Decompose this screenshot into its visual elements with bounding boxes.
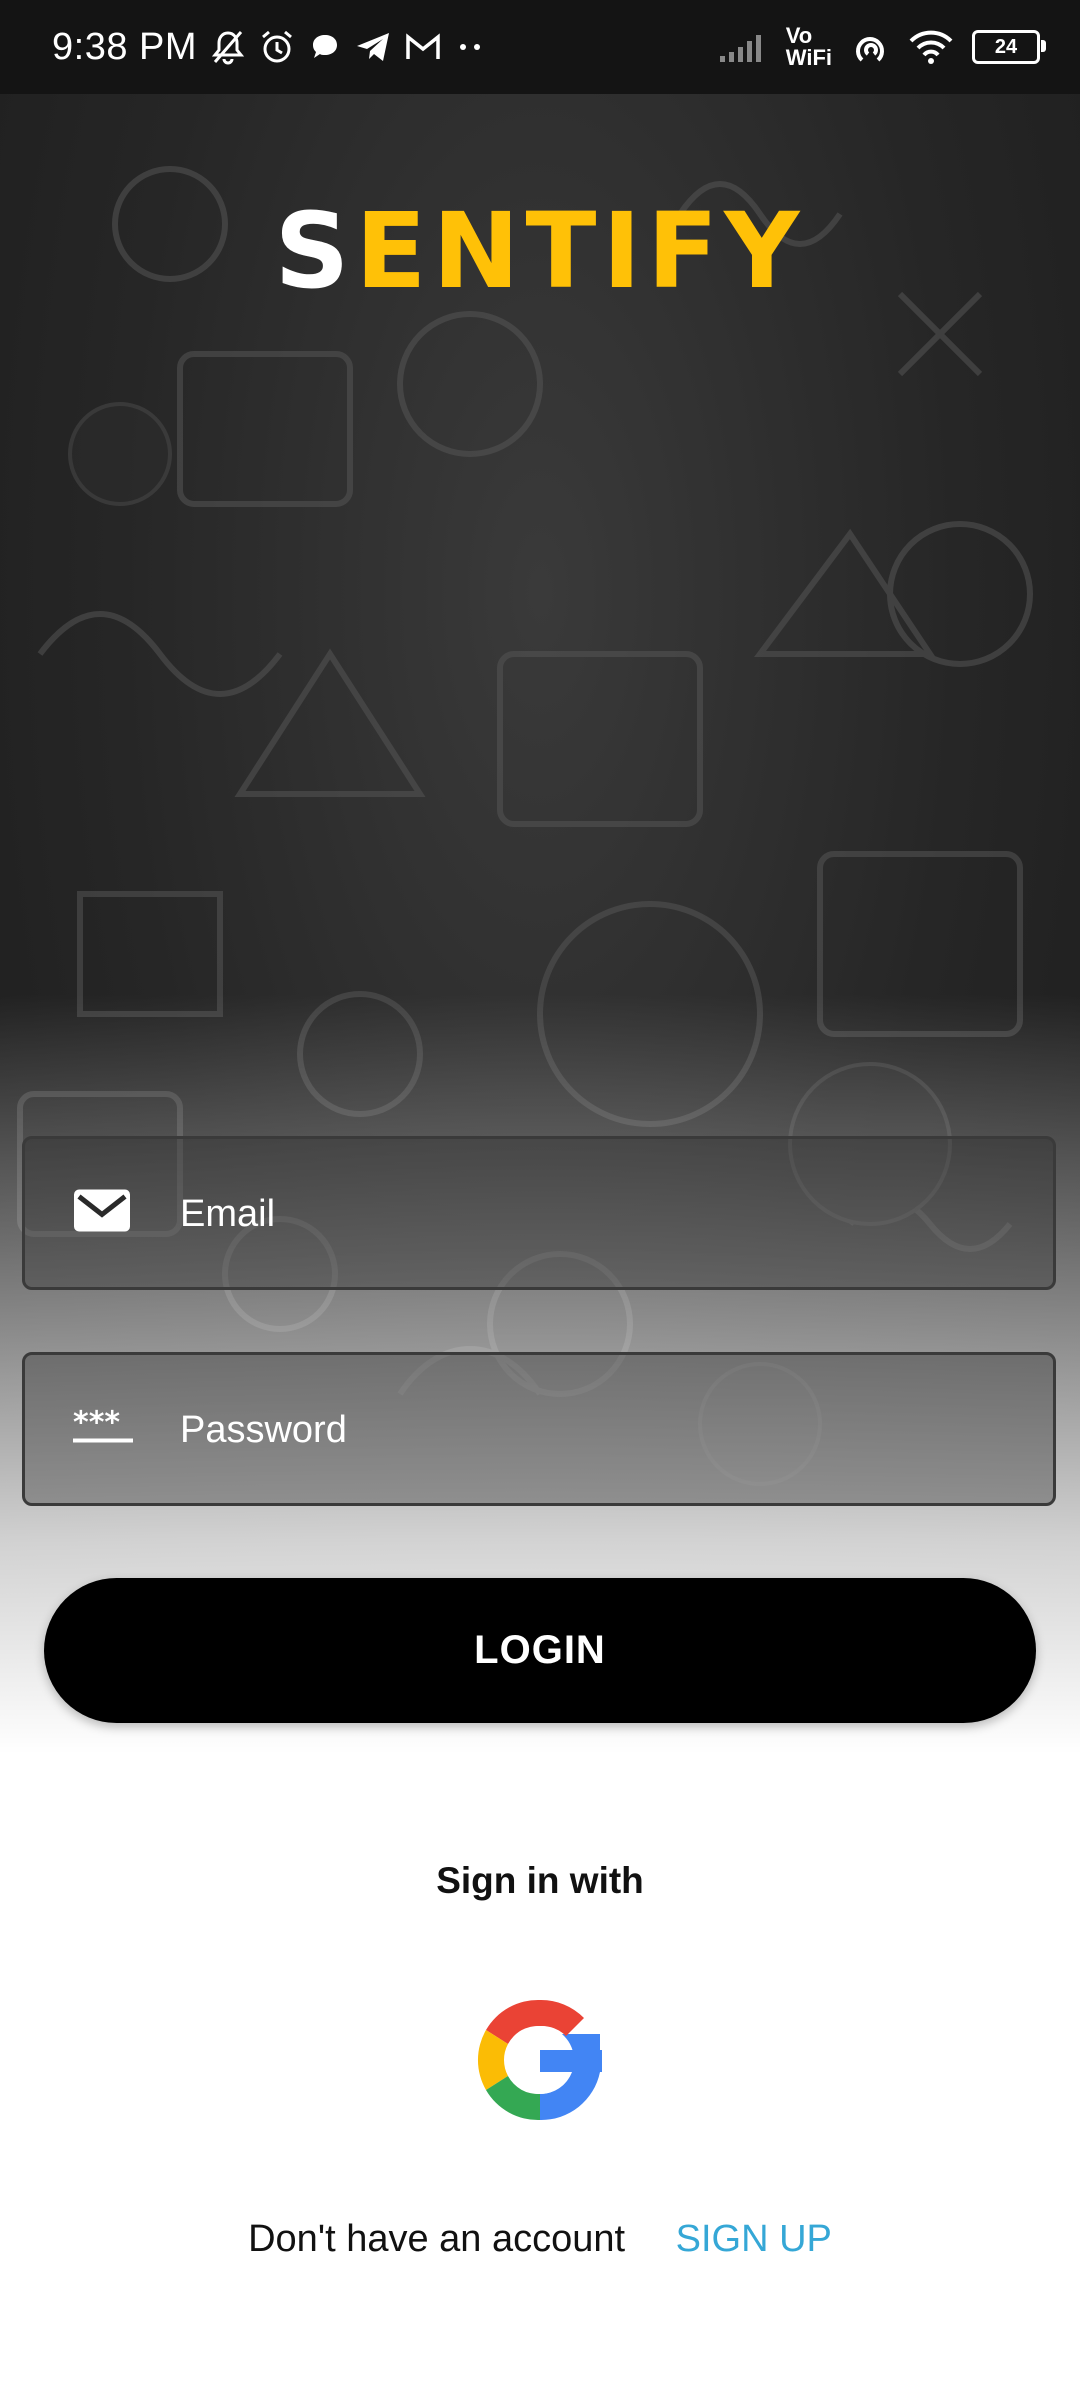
alarm-icon (259, 29, 295, 65)
login-button[interactable]: LOGIN (44, 1578, 1036, 1723)
signup-link[interactable]: SIGN UP (676, 2218, 832, 2260)
status-right: Vo WiFi 24 (718, 0, 1046, 94)
signup-prompt: Don't have an account (248, 2218, 626, 2260)
vowifi-wifi: WiFi (785, 45, 832, 70)
status-left: 9:38 PM (52, 0, 485, 94)
gmail-icon (405, 33, 441, 61)
signal-icon (718, 30, 768, 64)
chat-bubble-icon (309, 31, 341, 63)
vowifi-vo: Vo (785, 23, 813, 48)
svg-text:***: *** (73, 1409, 120, 1441)
sign-in-with-label: Sign in with (436, 1860, 644, 1901)
password-dots-icon: *** (73, 1406, 133, 1450)
google-icon (477, 1999, 602, 2121)
app-logo: SENTIFY (0, 190, 1080, 312)
password-field[interactable]: *** (22, 1352, 1056, 1506)
status-time: 9:38 PM (52, 25, 198, 68)
mail-icon (73, 1189, 131, 1238)
logo-rest: ENTIFY (355, 190, 806, 312)
wifi-icon (908, 29, 954, 65)
email-input[interactable] (178, 1139, 1002, 1289)
logo-first-letter: S (274, 190, 356, 312)
battery-level: 24 (994, 35, 1018, 58)
signup-row: Don't have an account SIGN UP (0, 2218, 1080, 2261)
telegram-icon (355, 31, 391, 63)
google-signin-button[interactable] (472, 1992, 608, 2128)
password-input[interactable] (178, 1355, 1002, 1505)
vowifi-indicator: Vo WiFi (786, 25, 832, 69)
status-bar: 9:38 PM Vo WiFi 24 (0, 0, 1080, 94)
more-notifications-icon (455, 42, 485, 52)
mute-notification-icon (211, 29, 245, 65)
email-field[interactable] (22, 1136, 1056, 1290)
hotspot-icon (850, 30, 890, 64)
battery-indicator: 24 (972, 30, 1046, 64)
